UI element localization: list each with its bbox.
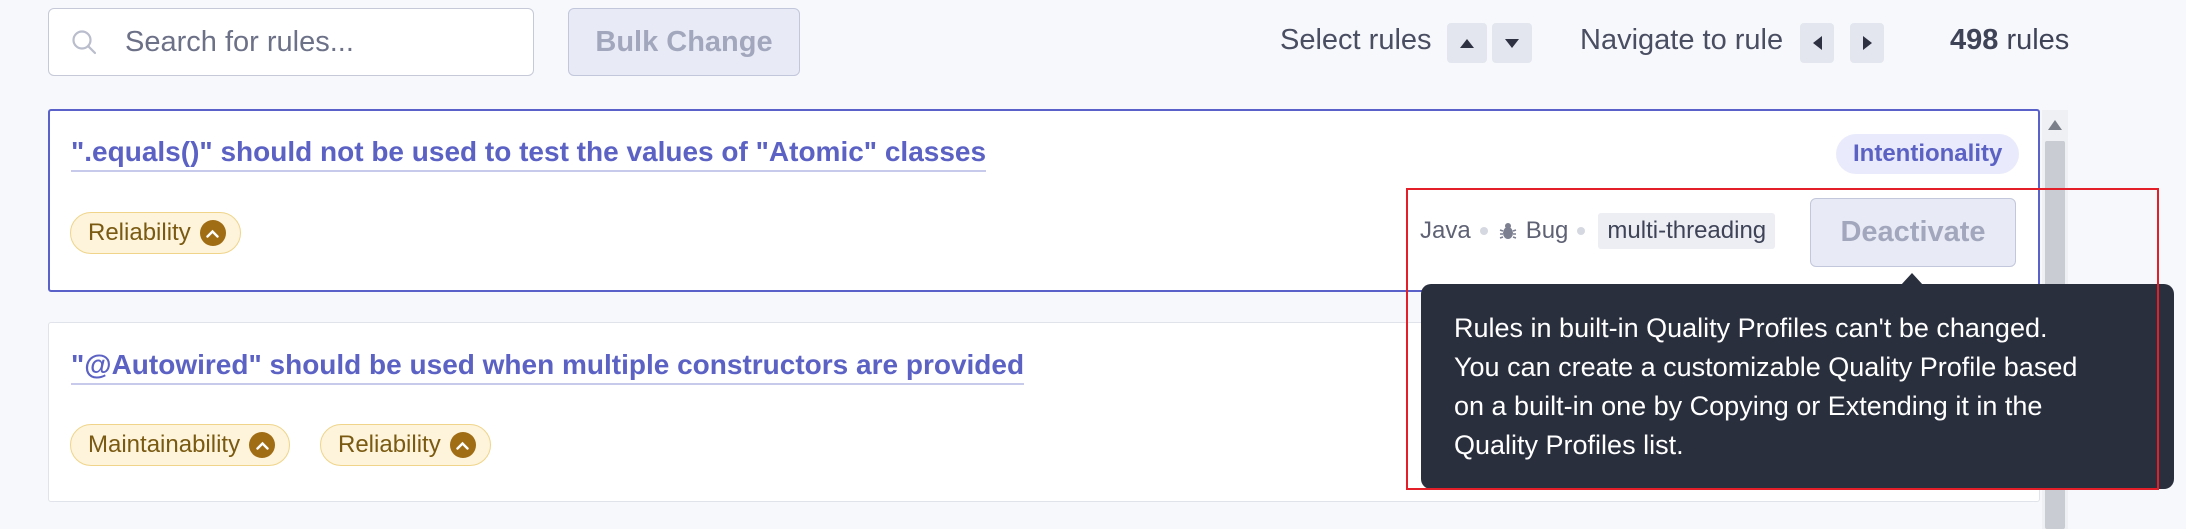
select-rules-label: Select rules — [1280, 24, 1432, 56]
bulk-change-button[interactable]: Bulk Change — [568, 8, 800, 76]
bug-icon — [1499, 223, 1516, 239]
chevron-up-icon — [199, 220, 226, 246]
rule-meta: Java Bug multi-threading — [1420, 213, 1776, 249]
caret-left-icon — [1812, 36, 1822, 50]
deactivate-button[interactable]: Deactivate — [1810, 198, 2016, 267]
chevron-up-icon — [449, 432, 476, 458]
rule-count: 498 rules — [1950, 24, 2070, 56]
caret-up-icon — [1460, 38, 1474, 48]
separator-dot — [1577, 227, 1586, 235]
navigate-label: Navigate to rule — [1580, 24, 1784, 56]
rule-title-link[interactable]: ".equals()" should not be used to test t… — [71, 136, 987, 172]
clean-code-attribute-badge: Intentionality — [1836, 134, 2020, 174]
tooltip-line: Quality Profiles list. — [1454, 430, 1684, 460]
quality-tag[interactable]: Reliability — [70, 212, 241, 254]
search-icon — [72, 30, 97, 55]
rule-title-link[interactable]: "@Autowired" should be used when multipl… — [71, 349, 1025, 385]
quality-tag-label: Reliability — [88, 219, 191, 246]
search-input[interactable] — [123, 24, 533, 60]
separator-dot — [1479, 227, 1488, 235]
tooltip-line: Rules in built-in Quality Profiles can't… — [1454, 313, 2048, 343]
search-box[interactable] — [48, 8, 534, 76]
select-next-button[interactable] — [1492, 23, 1532, 63]
navigate-previous-button[interactable] — [1800, 23, 1834, 63]
select-previous-button[interactable] — [1447, 23, 1487, 63]
quality-tag-label: Maintainability — [88, 431, 241, 458]
tooltip-line: You can create a customizable Quality Pr… — [1454, 352, 2078, 382]
rule-tag: multi-threading — [1598, 213, 1776, 249]
tooltip: Rules in built-in Quality Profiles can't… — [1421, 284, 2174, 489]
caret-down-icon — [1505, 38, 1519, 48]
rule-type-label: Bug — [1525, 217, 1569, 244]
quality-tag[interactable]: Maintainability — [70, 424, 291, 466]
quality-tag-label: Reliability — [338, 431, 441, 458]
quality-tag[interactable]: Reliability — [320, 424, 491, 466]
caret-right-icon — [1862, 36, 1872, 50]
tooltip-line: on a built-in one by Copying or Extendin… — [1454, 391, 2043, 421]
scroll-up-arrow-icon[interactable] — [2048, 120, 2062, 130]
navigate-next-button[interactable] — [1850, 23, 1884, 63]
chevron-up-icon — [249, 432, 276, 458]
language-label: Java — [1420, 217, 1471, 244]
